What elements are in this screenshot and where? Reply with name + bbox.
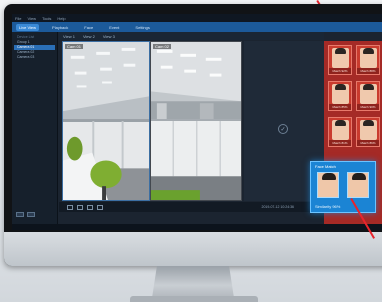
popup-title: Face Match bbox=[315, 164, 336, 169]
tab-playback[interactable]: Playback bbox=[49, 24, 71, 31]
tab-event[interactable]: Event bbox=[106, 24, 122, 31]
timestamp: 2019-07-12 10:24:36 bbox=[261, 205, 295, 209]
main-tab-bar: Live View Playback Face Event Settings bbox=[12, 22, 382, 32]
database-face-thumbnail bbox=[347, 172, 369, 198]
sidebar-button[interactable] bbox=[27, 212, 35, 217]
alert-caption: Match 90% bbox=[357, 104, 379, 110]
status-bar bbox=[12, 224, 382, 230]
face-thumbnail bbox=[360, 48, 377, 68]
alert-caption: Match 92% bbox=[329, 68, 351, 74]
sidebar-button-row bbox=[16, 212, 35, 217]
face-thumbnail bbox=[332, 48, 349, 68]
view-tab[interactable]: View 1 bbox=[63, 34, 75, 39]
alert-caption: Match 85% bbox=[329, 104, 351, 110]
sidebar-button[interactable] bbox=[16, 212, 24, 217]
menu-item[interactable]: Tools bbox=[42, 16, 51, 21]
playback-control-bar: 2019-07-12 10:24:36 bbox=[59, 202, 324, 212]
add-channel-icon[interactable]: ✓ bbox=[278, 124, 288, 134]
tab-live-view[interactable]: Live View bbox=[16, 23, 40, 31]
monitor-chin bbox=[4, 232, 382, 266]
camera-label: Cam 02 bbox=[153, 44, 172, 49]
face-alert-card[interactable]: Match 81% bbox=[328, 117, 352, 147]
menu-item[interactable]: View bbox=[27, 16, 36, 21]
face-alert-card[interactable]: Match 90% bbox=[356, 81, 380, 111]
record-icon[interactable] bbox=[67, 204, 73, 210]
similarity-text: Similarity 96% bbox=[315, 204, 341, 209]
fullscreen-icon[interactable] bbox=[97, 204, 103, 210]
alert-caption: Match 86% bbox=[357, 140, 379, 146]
face-thumbnail bbox=[360, 84, 377, 104]
menu-item[interactable]: File bbox=[15, 16, 21, 21]
office-scene-image bbox=[151, 42, 241, 200]
tab-settings[interactable]: Settings bbox=[132, 24, 152, 31]
face-thumbnail bbox=[360, 120, 377, 140]
alert-caption: Match 88% bbox=[357, 68, 379, 74]
menu-bar: File View Tools Help bbox=[12, 14, 382, 22]
camera-label: Cam 01 bbox=[65, 44, 84, 49]
alert-caption: Match 81% bbox=[329, 140, 351, 146]
face-alert-card[interactable]: Match 92% bbox=[328, 45, 352, 75]
face-thumbnail bbox=[332, 84, 349, 104]
face-alert-card[interactable]: Match 86% bbox=[356, 117, 380, 147]
snapshot-icon[interactable] bbox=[77, 204, 83, 210]
camera-feed-1[interactable]: Cam 01 bbox=[62, 41, 150, 201]
monitor-stand-base bbox=[130, 296, 258, 302]
tab-face[interactable]: Face bbox=[81, 24, 96, 31]
office-scene-image bbox=[63, 42, 149, 200]
view-tab[interactable]: View 3 bbox=[103, 34, 115, 39]
view-layout-bar: View 1 View 2 View 3 bbox=[59, 32, 324, 40]
face-alert-card[interactable]: Match 88% bbox=[356, 45, 380, 75]
monitor-stand bbox=[152, 266, 234, 298]
audio-icon[interactable] bbox=[87, 204, 93, 210]
view-tab[interactable]: View 2 bbox=[83, 34, 95, 39]
face-match-popup[interactable]: Face Match Similarity 96% bbox=[310, 161, 376, 213]
captured-face-thumbnail bbox=[317, 172, 339, 198]
device-tree-sidebar: Device List Group 1 Camera 01 Camera 02 … bbox=[12, 32, 58, 224]
camera-feed-2[interactable]: Cam 02 bbox=[150, 41, 242, 201]
face-alert-card[interactable]: Match 85% bbox=[328, 81, 352, 111]
face-thumbnail bbox=[332, 120, 349, 140]
menu-item[interactable]: Help bbox=[57, 16, 65, 21]
sidebar-item-camera[interactable]: Camera 03 bbox=[14, 55, 55, 60]
